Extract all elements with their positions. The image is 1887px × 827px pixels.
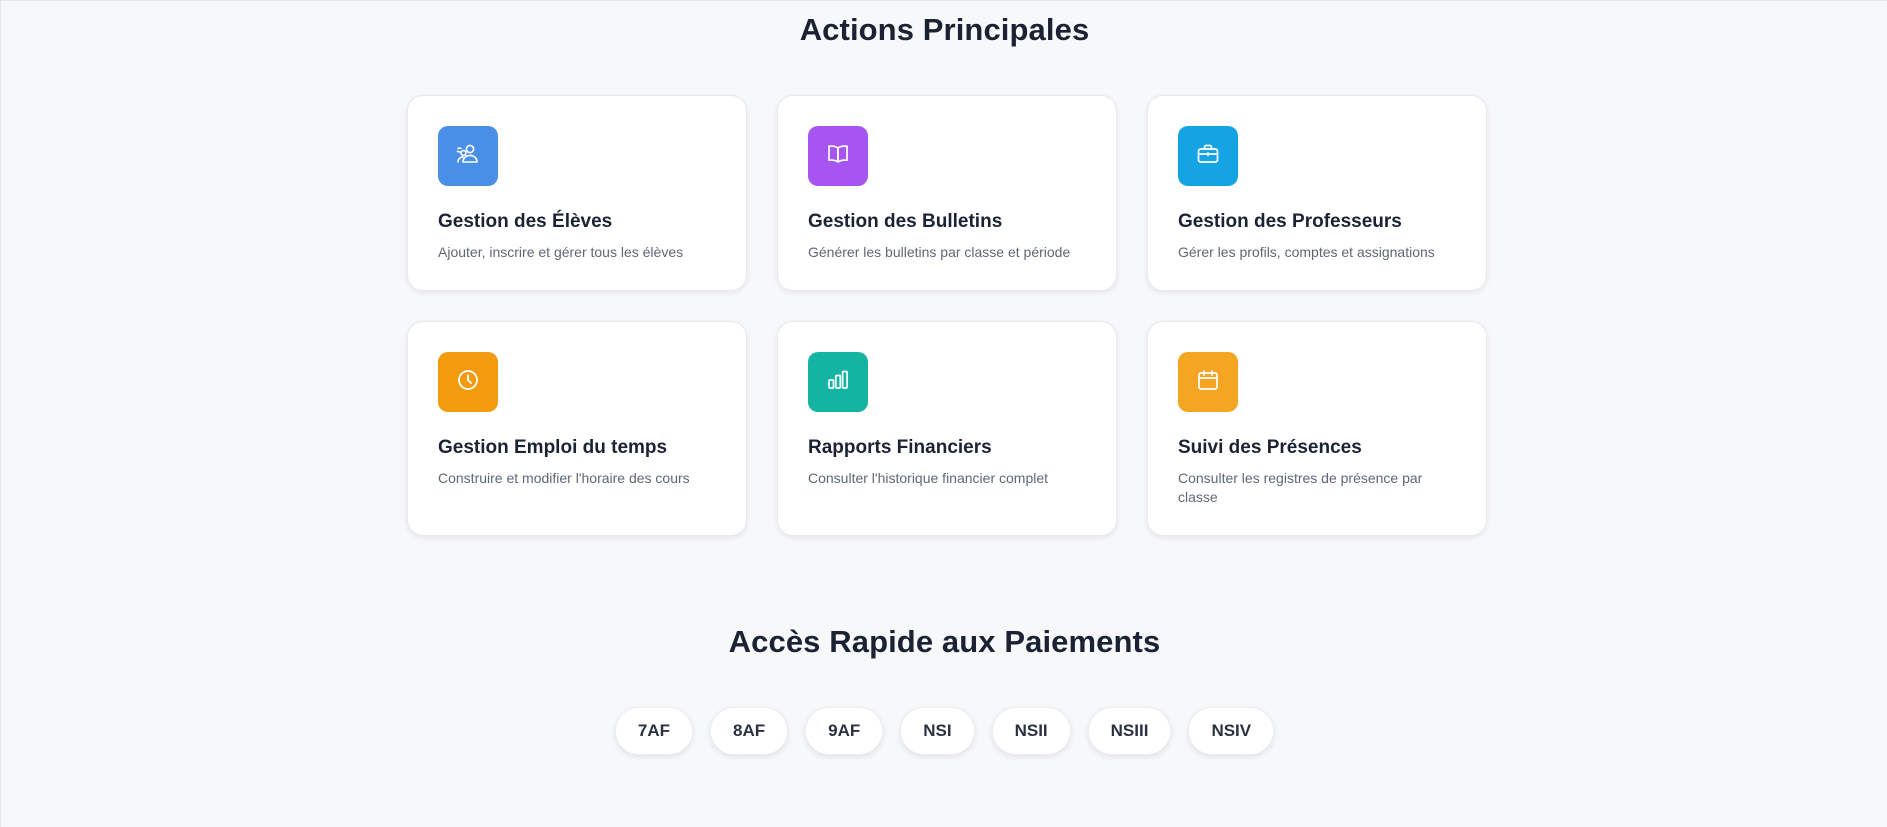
card-timetable[interactable]: Gestion Emploi du temps Construire et mo… [407, 321, 747, 536]
card-title: Gestion des Bulletins [808, 211, 1003, 232]
payment-chip-nsiii[interactable]: NSIII [1087, 707, 1172, 755]
payment-chip-7af[interactable]: 7AF [614, 707, 693, 755]
card-title: Rapports Financiers [808, 437, 992, 458]
bar-chart-icon [823, 365, 853, 400]
card-title: Gestion Emploi du temps [438, 437, 668, 458]
card-report-cards[interactable]: Gestion des Bulletins Générer les bullet… [777, 95, 1117, 291]
payment-chip-nsiv[interactable]: NSIV [1188, 707, 1275, 755]
card-description: Générer les bulletins par classe et péri… [808, 244, 1071, 260]
card-icon-tile [1178, 352, 1238, 412]
card-description: Consulter l'historique financier complet [808, 470, 1049, 486]
card-icon-tile [1178, 126, 1238, 186]
payment-chip-9af[interactable]: 9AF [805, 707, 884, 755]
card-attendance[interactable]: Suivi des Présences Consulter les regist… [1147, 321, 1487, 536]
payment-class-chips: 7AF 8AF 9AF NSI NSII NSIII NSIV [1, 707, 1887, 755]
card-icon-tile [438, 126, 498, 186]
card-description: Construire et modifier l'horaire des cou… [438, 470, 690, 486]
card-description: Consulter les registres de présence par … [1178, 470, 1423, 505]
page: Actions Principales Gestion des Élèves A… [0, 0, 1887, 827]
card-financial-reports[interactable]: Rapports Financiers Consulter l'historiq… [777, 321, 1117, 536]
payment-chip-nsii[interactable]: NSII [991, 707, 1071, 755]
card-student-management[interactable]: Gestion des Élèves Ajouter, inscrire et … [407, 95, 747, 291]
actions-grid: Gestion des Élèves Ajouter, inscrire et … [407, 95, 1487, 536]
card-icon-tile [808, 352, 868, 412]
calendar-icon [1193, 365, 1223, 400]
card-title: Gestion des Professeurs [1178, 211, 1402, 232]
card-icon-tile [808, 126, 868, 186]
main-actions-title: Actions Principales [799, 12, 1090, 47]
users-icon [453, 139, 483, 174]
briefcase-icon [1193, 139, 1223, 174]
book-icon [823, 139, 853, 174]
quick-payments-title: Accès Rapide aux Paiements [728, 624, 1161, 659]
card-description: Ajouter, inscrire et gérer tous les élèv… [438, 244, 684, 260]
card-teacher-management[interactable]: Gestion des Professeurs Gérer les profil… [1147, 95, 1487, 291]
clock-icon [453, 365, 483, 400]
card-title: Gestion des Élèves [438, 211, 613, 232]
payment-chip-8af[interactable]: 8AF [709, 707, 789, 755]
card-description: Gérer les profils, comptes et assignatio… [1178, 244, 1435, 260]
payment-chip-nsi[interactable]: NSI [900, 707, 975, 755]
card-title: Suivi des Présences [1178, 437, 1362, 458]
card-icon-tile [438, 352, 498, 412]
